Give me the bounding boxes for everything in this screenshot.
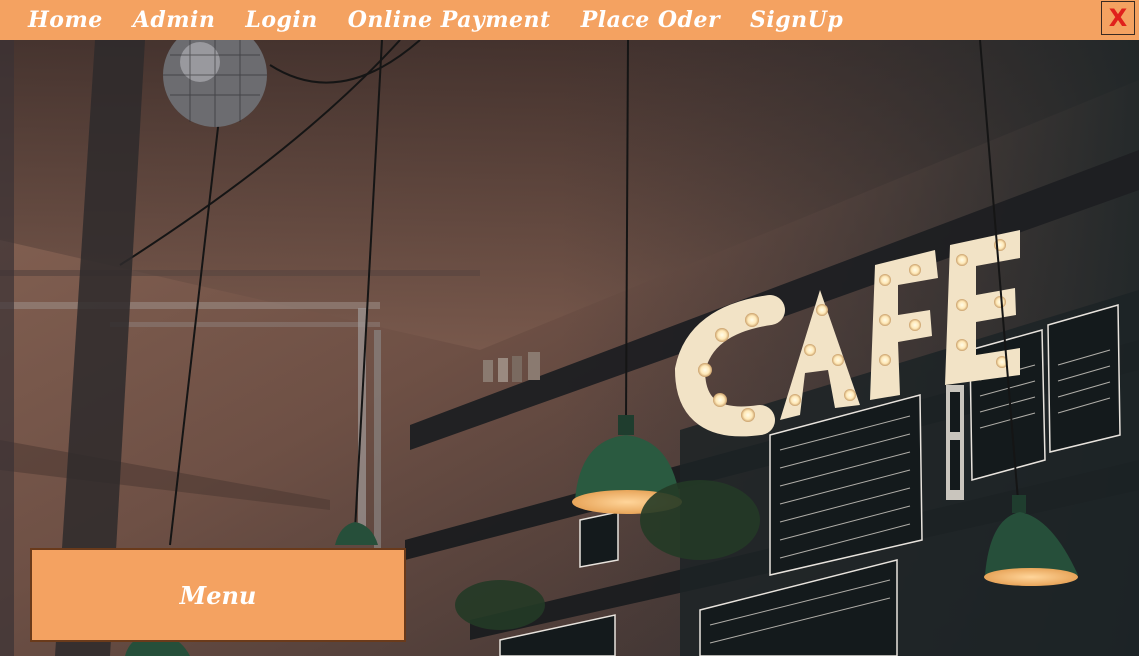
menu-button[interactable]: Menu [30,548,406,642]
nav-place-order-link[interactable]: Place Oder [581,7,720,33]
nav-home-link[interactable]: Home [28,7,103,33]
top-nav-bar: Home Admin Login Online Payment Place Od… [0,0,1139,40]
nav-signup-link[interactable]: SignUp [750,7,843,33]
close-button[interactable]: X [1101,1,1135,35]
nav-login-link[interactable]: Login [245,7,317,33]
nav-admin-link[interactable]: Admin [133,7,216,33]
nav-online-payment-link[interactable]: Online Payment [348,7,551,33]
